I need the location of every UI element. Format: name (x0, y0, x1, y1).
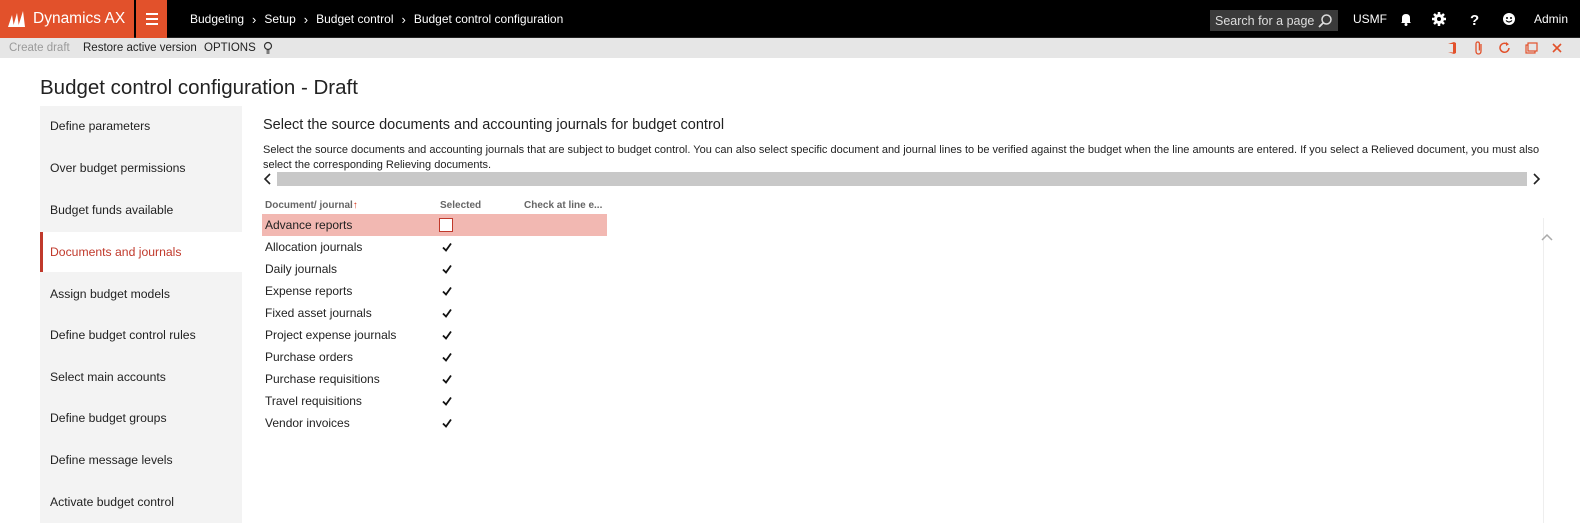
hamburger-icon (145, 12, 158, 27)
page-title: Budget control configuration - Draft (40, 76, 358, 99)
section-title: Select the source documents and accounti… (263, 117, 725, 133)
column-header-check-at-line-entry[interactable]: Check at line e... (524, 200, 602, 211)
document-journal-name: Purchase orders (265, 350, 354, 364)
options-tab[interactable]: OPTIONS (204, 42, 256, 54)
document-journal-name: Fixed asset journals (265, 306, 372, 320)
chevron-up-icon[interactable] (1540, 230, 1554, 244)
navigation-menu-button[interactable] (136, 0, 167, 38)
checkmark-icon[interactable] (440, 372, 454, 386)
gear-icon[interactable] (1431, 11, 1447, 27)
action-pane: Create draft Restore active version OPTI… (0, 38, 1580, 58)
chevron-left-icon[interactable] (257, 172, 277, 186)
nav-item-define-budget-groups[interactable]: Define budget groups (40, 398, 242, 438)
search-input[interactable]: Search for a page (1215, 14, 1317, 28)
user-menu[interactable]: Admin (1534, 12, 1568, 26)
document-journal-name: Project expense journals (265, 328, 397, 342)
create-draft-button[interactable]: Create draft (9, 42, 70, 54)
table-row[interactable]: Daily journals (262, 258, 607, 280)
checkmark-icon[interactable] (440, 394, 454, 408)
nav-item-define-budget-control-rules[interactable]: Define budget control rules (40, 315, 242, 355)
documents-grid: Document/ journal↑ Selected Check at lin… (262, 198, 607, 434)
chevron-right-icon: › (401, 11, 406, 27)
restore-active-version-button[interactable]: Restore active version (83, 42, 197, 54)
breadcrumb-setup[interactable]: Setup (264, 12, 295, 26)
table-row[interactable]: Project expense journals (262, 324, 607, 346)
nav-item-assign-budget-models[interactable]: Assign budget models (40, 274, 242, 314)
table-row[interactable]: Purchase orders (262, 346, 607, 368)
document-journal-name: Travel requisitions (265, 394, 362, 408)
checkmark-icon[interactable] (440, 284, 454, 298)
nav-item-define-parameters[interactable]: Define parameters (40, 106, 242, 146)
nav-item-select-main-accounts[interactable]: Select main accounts (40, 357, 242, 397)
document-journal-name: Expense reports (265, 284, 353, 298)
top-navigation-bar: Dynamics AX Budgeting › Setup › Budget c… (0, 0, 1580, 38)
breadcrumb-budgeting[interactable]: Budgeting (190, 12, 244, 26)
document-journal-name: Allocation journals (265, 240, 363, 254)
close-icon[interactable] (1550, 41, 1564, 55)
dynamics-logo-icon (8, 11, 25, 27)
column-header-document[interactable]: Document/ journal↑ (265, 200, 358, 211)
checkmark-icon[interactable] (440, 262, 454, 276)
table-row[interactable]: Expense reports (262, 280, 607, 302)
step-navigation: Define parameters Over budget permission… (40, 106, 242, 523)
svg-text:?: ? (1470, 12, 1479, 27)
selected-checkbox[interactable] (439, 218, 453, 232)
breadcrumb-budget-control[interactable]: Budget control (316, 12, 393, 26)
smiley-icon[interactable] (1501, 11, 1517, 27)
popout-icon[interactable] (1524, 41, 1538, 55)
nav-item-documents-and-journals[interactable]: Documents and journals (40, 232, 242, 272)
refresh-icon[interactable] (1498, 41, 1512, 55)
table-row[interactable]: Allocation journals (262, 236, 607, 258)
checkmark-icon[interactable] (440, 328, 454, 342)
document-journal-name: Vendor invoices (265, 416, 350, 430)
search-box[interactable]: Search for a page (1210, 10, 1338, 31)
scrollbar-thumb[interactable] (277, 172, 1527, 186)
nav-item-budget-funds-available[interactable]: Budget funds available (40, 190, 242, 230)
checkmark-icon[interactable] (440, 350, 454, 364)
checkmark-icon[interactable] (440, 306, 454, 320)
table-row[interactable]: Fixed asset journals (262, 302, 607, 324)
company-selector[interactable]: USMF (1353, 12, 1387, 26)
chevron-right-icon: › (252, 11, 257, 27)
chevron-right-icon: › (303, 11, 309, 27)
table-row[interactable]: Advance reports (262, 214, 607, 236)
table-row[interactable]: Purchase requisitions (262, 368, 607, 390)
table-row[interactable]: Travel requisitions (262, 390, 607, 412)
vertical-scrollbar[interactable] (1543, 218, 1544, 523)
nav-item-define-message-levels[interactable]: Define message levels (40, 440, 242, 480)
office-icon[interactable] (1445, 41, 1459, 55)
bell-icon[interactable] (1398, 11, 1414, 27)
section-description: Select the source documents and accounti… (263, 144, 1540, 171)
checkmark-icon[interactable] (440, 416, 454, 430)
help-icon[interactable]: ? (1466, 11, 1482, 27)
breadcrumb-current-page: Budget control configuration (413, 12, 564, 26)
lightbulb-icon[interactable] (261, 41, 275, 55)
breadcrumb: Budgeting › Setup › Budget control › Bud… (190, 0, 563, 38)
document-journal-name: Purchase requisitions (265, 372, 380, 386)
column-header-selected[interactable]: Selected (440, 200, 481, 211)
document-journal-name: Advance reports (265, 218, 353, 232)
horizontal-scrollbar[interactable] (257, 172, 1557, 186)
chevron-right-icon[interactable] (1527, 172, 1547, 186)
nav-item-over-budget-permissions[interactable]: Over budget permissions (40, 148, 242, 188)
table-row[interactable]: Vendor invoices (262, 412, 607, 434)
search-icon[interactable] (1317, 13, 1333, 29)
app-brand[interactable]: Dynamics AX (0, 0, 134, 38)
nav-item-activate-budget-control[interactable]: Activate budget control (40, 482, 242, 522)
grid-header: Document/ journal↑ Selected Check at lin… (262, 198, 607, 214)
checkmark-icon[interactable] (440, 240, 454, 254)
app-name: Dynamics AX (33, 10, 126, 27)
sort-up-icon: ↑ (352, 200, 358, 211)
document-journal-name: Daily journals (265, 262, 338, 276)
attachment-icon[interactable] (1472, 41, 1486, 55)
